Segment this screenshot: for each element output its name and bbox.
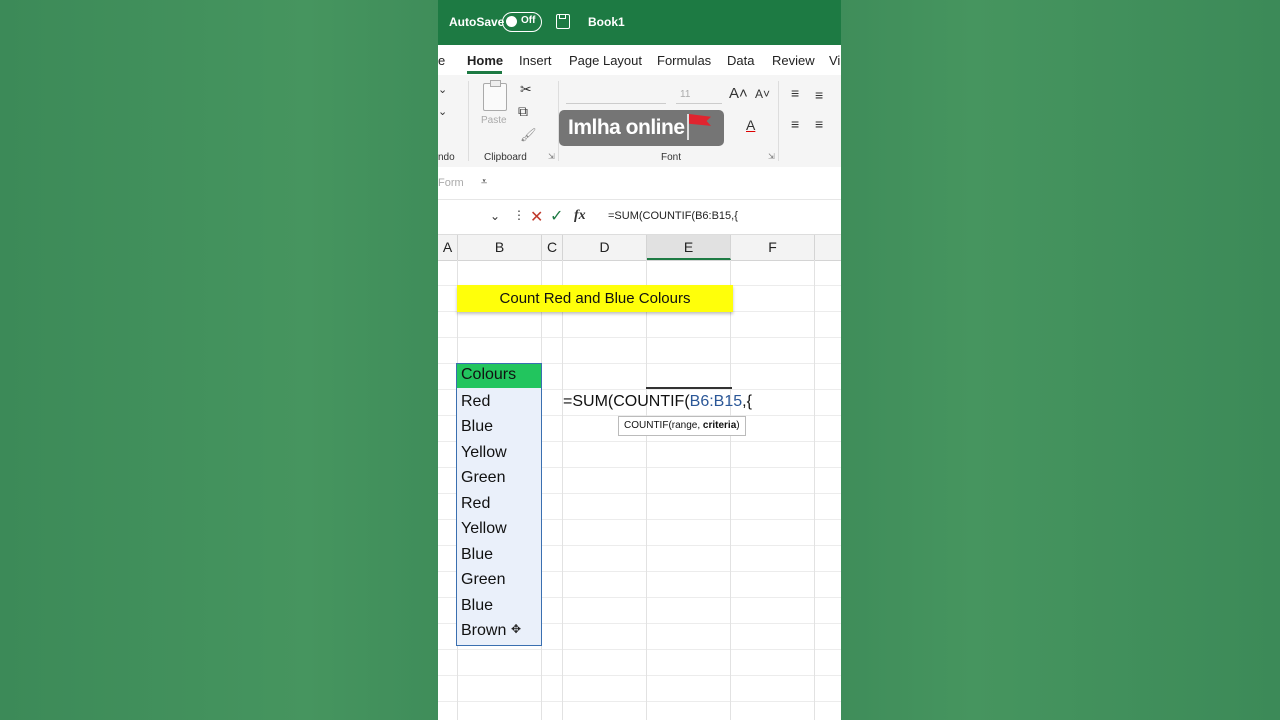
align-top-icon[interactable]: ≡ (791, 85, 799, 101)
column-headers: A B C D E F (438, 235, 841, 261)
font-color-icon[interactable]: A (746, 117, 755, 133)
column-header-a[interactable]: A (438, 235, 458, 260)
clipboard-launcher-icon[interactable]: ⇲ (548, 152, 555, 161)
list-item[interactable]: Red (461, 495, 490, 513)
list-item[interactable]: Yellow (461, 444, 507, 462)
list-item[interactable]: Blue (461, 597, 493, 615)
align-left-icon[interactable]: ≡ (791, 116, 799, 132)
tooltip-signature: COUNTIF(range, (624, 420, 703, 431)
list-item[interactable]: Green (461, 571, 505, 589)
tab-view[interactable]: Vi (829, 53, 840, 68)
ribbon-separator (468, 81, 469, 161)
tab-data[interactable]: Data (727, 53, 754, 68)
formula-cell[interactable]: =SUM(COUNTIF(B6:B15,{ (563, 393, 752, 411)
list-item[interactable]: Blue (461, 418, 493, 436)
undo-dropdown-icon[interactable]: ⌄ (438, 83, 447, 96)
list-item[interactable]: Yellow (461, 520, 507, 538)
tab-insert[interactable]: Insert (519, 53, 552, 68)
toggle-knob (506, 16, 517, 27)
font-launcher-icon[interactable]: ⇲ (768, 152, 775, 161)
list-item[interactable]: Red (461, 393, 490, 411)
colours-header: Colours (461, 366, 517, 383)
sheet-title-cell[interactable]: Count Red and Blue Colours (457, 285, 733, 312)
list-item[interactable]: Green (461, 469, 505, 487)
colours-header-cell[interactable]: Colours (457, 364, 541, 388)
tooltip-close: ) (736, 420, 740, 431)
autosave-toggle[interactable]: Off (502, 12, 542, 32)
tab-file[interactable]: e (438, 53, 445, 68)
list-item[interactable]: Blue (461, 546, 493, 564)
font-name-input[interactable] (566, 87, 666, 104)
font-size-input[interactable] (676, 87, 722, 104)
insert-function-icon[interactable]: fx (574, 208, 586, 224)
background-right (841, 0, 1280, 720)
name-box-dropdown-icon[interactable]: ⌄ (490, 209, 500, 223)
column-header-f[interactable]: F (731, 235, 815, 260)
tab-review[interactable]: Review (772, 53, 815, 68)
ribbon-separator (778, 81, 779, 161)
copy-icon[interactable]: ⧉ (518, 103, 528, 120)
enter-icon[interactable]: ✓ (550, 206, 563, 226)
title-bar: AutoSave Off Book1 (438, 0, 841, 45)
excel-window: AutoSave Off Book1 e Home Insert Page La… (438, 0, 841, 720)
formula-prefix: =SUM(COUNTIF( (563, 393, 690, 410)
clipboard-group-label: Clipboard (484, 152, 527, 163)
formula-range-ref: B6:B15 (689, 393, 743, 410)
list-item[interactable]: Brown (461, 622, 506, 640)
more-options-icon[interactable]: ⋮ (513, 208, 525, 222)
column-header-b[interactable]: B (458, 235, 542, 260)
tab-formulas[interactable]: Formulas (657, 53, 711, 68)
tab-home[interactable]: Home (467, 53, 503, 68)
cut-icon[interactable]: ✂ (520, 81, 532, 98)
autosave-state: Off (521, 15, 536, 26)
format-painter-icon[interactable]: 🖌 (520, 127, 537, 143)
formula-bar: ⌄ ⋮ ✕ ✓ fx =SUM(COUNTIF(B6:B15,{ (438, 200, 841, 235)
font-group-label: Font (661, 152, 682, 163)
decrease-font-icon[interactable]: A˅ (755, 87, 770, 101)
tab-page-layout[interactable]: Page Layout (569, 53, 642, 68)
customize-toolbar-icon[interactable]: ⩡ (481, 176, 487, 189)
ribbon: ⌄ ⌄ ndo Paste ✂ ⧉ 🖌 Clipboard ⇲ 11 A˄ A˅… (438, 75, 841, 168)
align-middle-icon[interactable]: ≡ (815, 87, 823, 103)
flag-cloth (689, 114, 711, 126)
autosave-label: AutoSave (449, 15, 505, 29)
paste-icon[interactable] (483, 80, 507, 111)
paste-label[interactable]: Paste (481, 115, 507, 126)
form-label[interactable]: Form (438, 177, 464, 189)
column-header-c[interactable]: C (542, 235, 563, 260)
active-tab-indicator (467, 71, 502, 74)
channel-watermark: Imlha online (559, 110, 724, 146)
undo-group-label: ndo (438, 152, 455, 163)
column-header-d[interactable]: D (563, 235, 647, 260)
formula-input[interactable]: =SUM(COUNTIF(B6:B15,{ (608, 210, 738, 222)
column-header-e[interactable]: E (647, 235, 731, 260)
flag-icon (687, 114, 689, 140)
redo-dropdown-icon[interactable]: ⌄ (438, 105, 447, 118)
increase-font-icon[interactable]: A˄ (729, 85, 748, 102)
ribbon-tabs: e Home Insert Page Layout Formulas Data … (438, 45, 841, 75)
watermark-text: Imlha online (568, 116, 685, 139)
sheet-title: Count Red and Blue Colours (499, 290, 691, 307)
save-icon[interactable] (556, 14, 570, 29)
cancel-icon[interactable]: ✕ (530, 207, 543, 227)
quick-access-toolbar: Form ⩡ (438, 167, 841, 200)
formula-suffix: ,{ (742, 393, 752, 410)
function-tooltip: COUNTIF(range, criteria) (618, 416, 746, 436)
active-cell-top-border (646, 387, 732, 389)
document-title: Book1 (588, 15, 625, 29)
tooltip-active-arg: criteria (702, 420, 737, 431)
cell-cursor-icon: ✥ (511, 622, 522, 636)
background-left (0, 0, 438, 720)
align-center-icon[interactable]: ≡ (815, 116, 823, 132)
